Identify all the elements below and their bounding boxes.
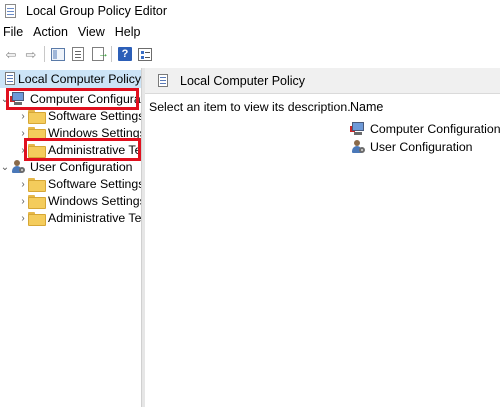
properties-list-icon [72,47,84,61]
menu-file[interactable]: File [0,22,28,42]
menu-view[interactable]: View [73,22,110,42]
tree-item-computer-software-settings[interactable]: › Software Settings [18,107,141,125]
list-item-label: User Configuration [370,139,473,154]
show-hide-tree-button[interactable] [48,44,68,64]
forward-icon: ⇨ [25,46,37,62]
help-button[interactable]: ? [115,44,135,64]
toolbar-separator [111,46,112,62]
toolbar-separator [44,46,45,62]
window-title: Local Group Policy Editor [26,4,168,18]
policy-icon [3,72,15,86]
policy-icon [156,73,170,88]
chevron-right-icon[interactable]: › [18,128,28,139]
tree-item-label: Software Settings [48,109,141,123]
tree-item-user-configuration[interactable]: ⌄ User Configuration [0,158,133,176]
tree-item-computer-administrative-templates[interactable]: › Administrative Templates [18,141,141,159]
chevron-right-icon[interactable]: › [18,196,28,207]
tree-item-computer-configuration[interactable]: ⌄ Computer Configuration [0,90,141,108]
properties-list-button[interactable] [68,44,88,64]
menu-help[interactable]: Help [110,22,146,42]
tree-item-label: Local Computer Policy [17,72,141,86]
chevron-down-icon[interactable]: ⌄ [0,162,10,173]
list-item-user-configuration[interactable]: User Configuration [350,138,473,155]
policy-editor-app-icon [4,4,18,18]
tree-item-local-computer-policy[interactable]: Local Computer Policy [0,70,141,88]
details-header: Local Computer Policy [145,68,500,94]
folder-icon [28,178,46,192]
tree-item-label: Administrative Templates [48,143,141,157]
tree-item-label: Software Settings [48,177,141,191]
tree-item-user-administrative-templates[interactable]: › Administrative Templates [18,209,141,227]
computer-icon [350,121,366,136]
user-icon [10,160,26,174]
chevron-down-icon[interactable]: ⌄ [0,94,10,105]
help-icon: ? [118,47,132,61]
tree-item-label: User Configuration [30,160,133,174]
back-button[interactable]: ⇦ [1,44,21,64]
folder-icon [28,195,46,209]
folder-icon [28,212,46,226]
toolbar: ⇦ ⇨ ? [0,43,500,65]
folder-icon [28,144,46,158]
tree-item-label: Windows Settings [48,126,141,140]
user-icon [350,139,366,154]
back-icon: ⇦ [5,46,17,62]
chevron-right-icon[interactable]: › [18,179,28,190]
column-header-name[interactable]: Name [350,100,383,114]
menu-bar: File Action View Help [0,22,500,42]
forward-button[interactable]: ⇨ [21,44,41,64]
tree-item-label: Administrative Templates [48,211,141,225]
chevron-right-icon[interactable]: › [18,145,28,156]
details-pane: Local Computer Policy Select an item to … [145,68,500,407]
properties-icon [138,47,152,61]
tree-item-label: Windows Settings [48,194,141,208]
list-item-computer-configuration[interactable]: Computer Configuration [350,120,500,137]
tree-item-user-windows-settings[interactable]: › Windows Settings [18,192,141,210]
tree-item-computer-windows-settings[interactable]: › Windows Settings [18,124,141,142]
tree-item-label: Computer Configuration [30,92,141,106]
export-list-icon [92,47,109,61]
tree-item-user-software-settings[interactable]: › Software Settings [18,175,141,193]
details-header-title: Local Computer Policy [180,73,306,88]
show-hide-tree-icon [51,47,65,61]
menu-action[interactable]: Action [28,22,73,42]
export-list-button[interactable] [88,44,109,64]
properties-button[interactable] [135,44,155,64]
folder-icon [28,110,46,124]
chevron-right-icon[interactable]: › [18,111,28,122]
chevron-right-icon[interactable]: › [18,213,28,224]
computer-icon [10,92,26,106]
folder-icon [28,127,46,141]
description-text: Select an item to view its description. [149,100,351,114]
tree-pane: Local Computer Policy ⌄ Computer Configu… [0,68,141,407]
title-bar: Local Group Policy Editor [0,0,500,22]
list-item-label: Computer Configuration [370,121,500,136]
